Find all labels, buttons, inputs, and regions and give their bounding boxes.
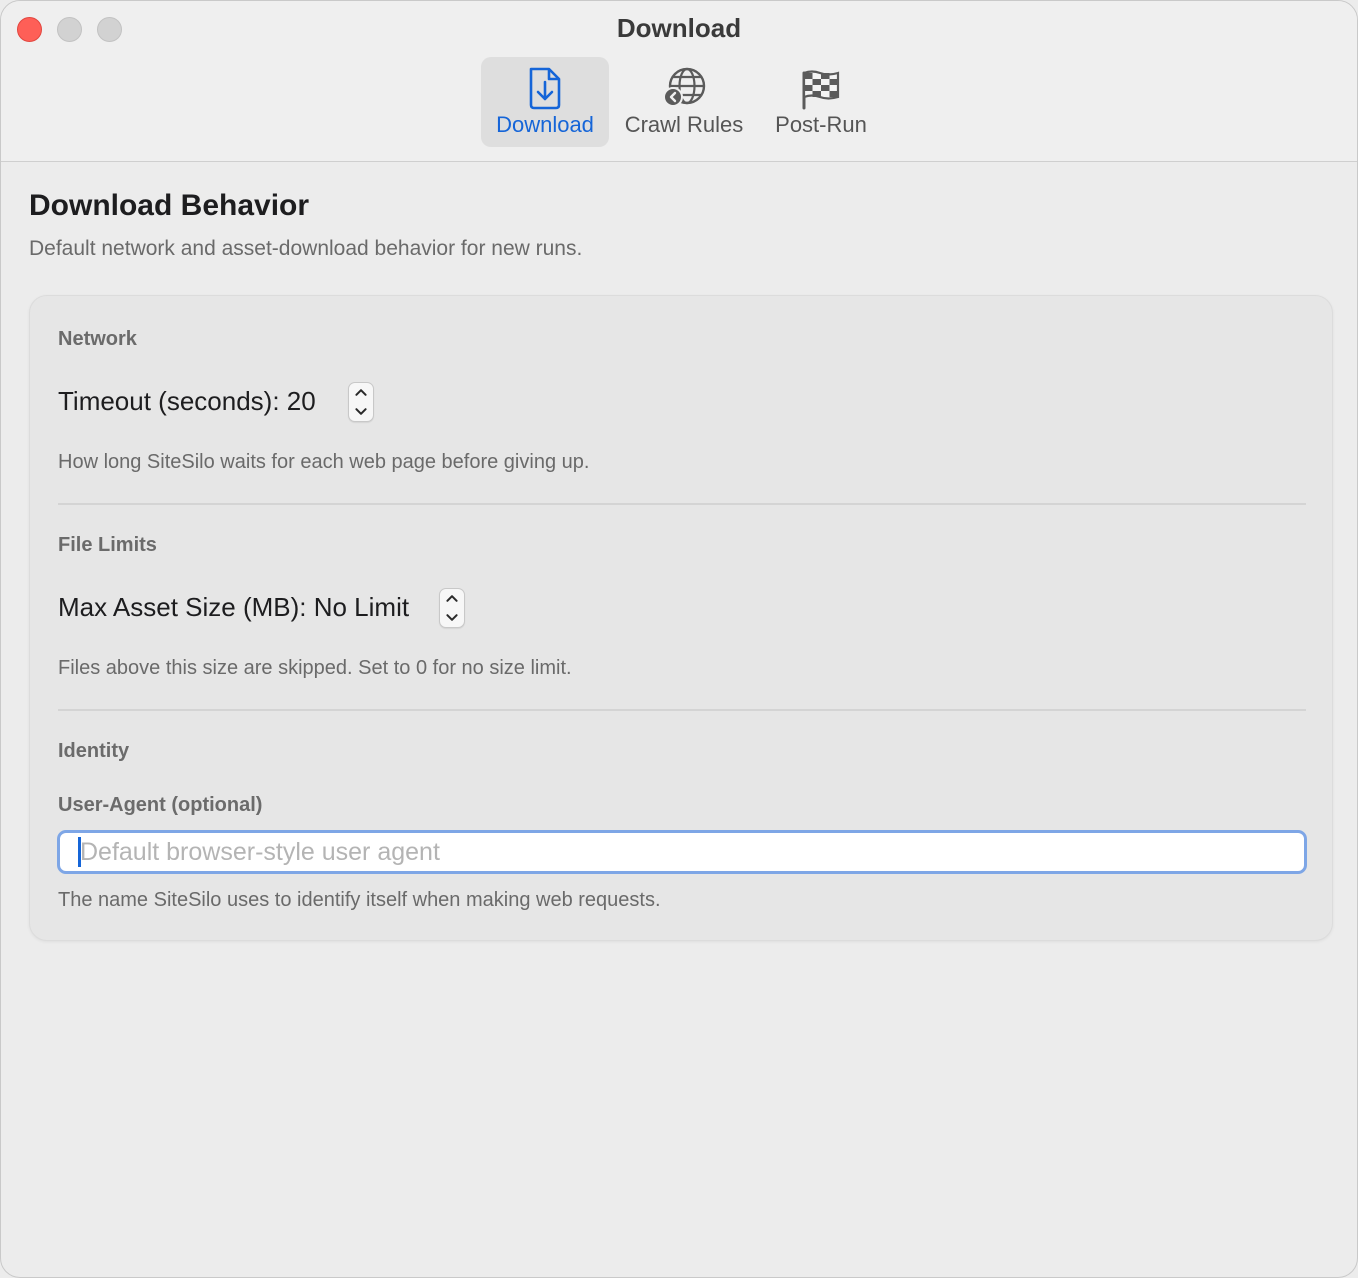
settings-card: Network Timeout (seconds): 20 How long S…	[29, 295, 1333, 941]
tab-label: Post-Run	[775, 112, 867, 137]
chevron-up-icon[interactable]	[349, 383, 373, 402]
timeout-label: Timeout (seconds): 20	[58, 386, 316, 416]
divider	[58, 709, 1306, 711]
tab-label: Download	[496, 112, 594, 137]
chevron-down-icon[interactable]	[440, 608, 464, 627]
arrow-down-doc-icon	[529, 67, 561, 110]
divider	[58, 503, 1306, 505]
timeout-help: How long SiteSilo waits for each web pag…	[58, 451, 590, 473]
max-asset-size-help: Files above this size are skipped. Set t…	[58, 657, 572, 679]
max-asset-size-label: Max Asset Size (MB): No Limit	[58, 592, 410, 622]
chevron-down-icon[interactable]	[349, 402, 373, 421]
user-agent-label: User-Agent (optional)	[58, 794, 263, 816]
user-agent-input[interactable]	[57, 830, 1307, 874]
window-title: Download	[616, 13, 742, 43]
tab-crawl-rules[interactable]: Crawl Rules	[615, 57, 753, 147]
user-agent-help: The name SiteSilo uses to identify itsel…	[58, 889, 661, 911]
section-title-file-limits: File Limits	[58, 534, 157, 556]
page-subtitle: Default network and asset-download behav…	[29, 237, 583, 260]
flag-checkered-icon	[802, 70, 840, 110]
max-asset-size-stepper[interactable]	[439, 588, 465, 628]
tab-label: Crawl Rules	[624, 112, 744, 137]
chevron-up-icon[interactable]	[440, 589, 464, 608]
globe-back-icon	[663, 67, 706, 107]
tab-download[interactable]: Download	[481, 57, 609, 147]
section-title-identity: Identity	[58, 740, 130, 762]
page-title: Download Behavior	[29, 189, 310, 222]
toolbar: Download Download Crawl Rules Post-Run	[1, 1, 1357, 162]
text-caret	[78, 837, 81, 867]
tab-post-run[interactable]: Post-Run	[761, 57, 881, 147]
section-title-network: Network	[58, 328, 137, 350]
preferences-window: Download Download Crawl Rules Post-Run D…	[0, 0, 1358, 1278]
timeout-stepper[interactable]	[348, 382, 374, 422]
